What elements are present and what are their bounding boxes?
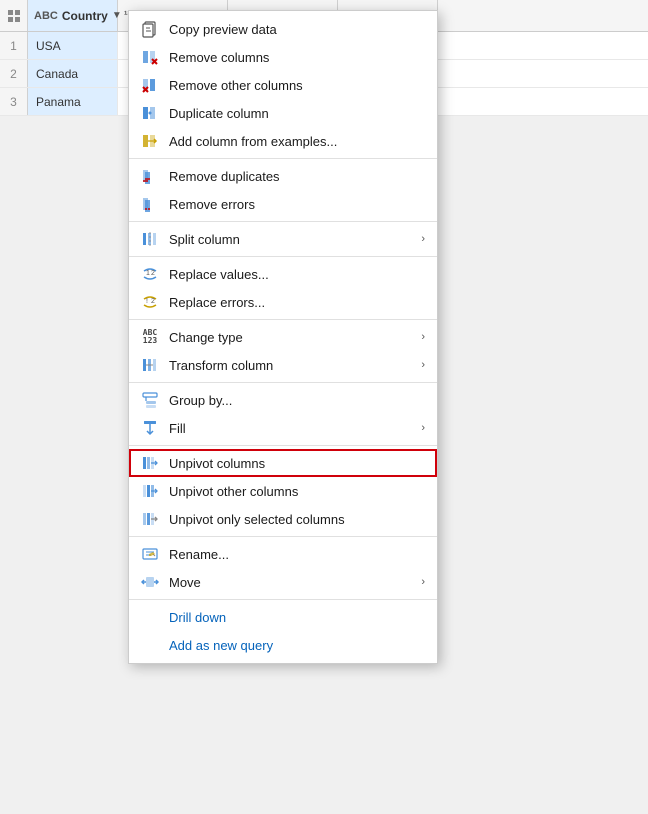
replace-values-label: Replace values... — [169, 267, 425, 282]
menu-item-remove-other-columns[interactable]: Remove other columns — [129, 71, 437, 99]
svg-text:!: ! — [146, 298, 148, 305]
copy-preview-label: Copy preview data — [169, 22, 425, 37]
cell-country-1: USA — [28, 32, 118, 59]
menu-separator-5 — [129, 382, 437, 383]
replace-errors-icon: ! 2 — [139, 293, 161, 311]
menu-separator-4 — [129, 319, 437, 320]
drill-down-label: Drill down — [169, 610, 425, 625]
context-menu: Copy preview data Remove columns Remove … — [128, 10, 438, 664]
menu-item-remove-errors[interactable]: Remove errors — [129, 190, 437, 218]
menu-separator-2 — [129, 221, 437, 222]
remove-other-columns-icon — [139, 76, 161, 94]
menu-item-add-col-examples[interactable]: Add column from examples... — [129, 127, 437, 155]
menu-item-duplicate-column[interactable]: Duplicate column — [129, 99, 437, 127]
menu-separator-6 — [129, 445, 437, 446]
row-num-1: 1 — [0, 32, 28, 59]
row-num-2: 2 — [0, 60, 28, 87]
remove-duplicates-icon — [139, 167, 161, 185]
unpivot-other-columns-icon — [139, 482, 161, 500]
menu-item-drill-down[interactable]: Drill down — [129, 603, 437, 631]
menu-separator-7 — [129, 536, 437, 537]
group-by-label: Group by... — [169, 393, 425, 408]
menu-item-copy-preview[interactable]: Copy preview data — [129, 15, 437, 43]
menu-item-remove-columns[interactable]: Remove columns — [129, 43, 437, 71]
move-arrow: › — [421, 576, 425, 588]
fill-label: Fill — [169, 421, 421, 436]
rename-icon — [139, 545, 161, 563]
menu-item-unpivot-selected-columns[interactable]: Unpivot only selected columns — [129, 505, 437, 533]
add-col-examples-icon — [139, 132, 161, 150]
menu-item-group-by[interactable]: Group by... — [129, 386, 437, 414]
transform-column-arrow: › — [421, 359, 425, 371]
remove-columns-label: Remove columns — [169, 50, 425, 65]
replace-errors-label: Replace errors... — [169, 295, 425, 310]
menu-item-unpivot-columns[interactable]: Unpivot columns — [129, 449, 437, 477]
move-icon — [139, 573, 161, 591]
change-type-label: Change type — [169, 330, 421, 345]
menu-item-rename[interactable]: Rename... — [129, 540, 437, 568]
svg-text:1: 1 — [146, 270, 150, 277]
svg-text:2: 2 — [151, 298, 155, 305]
menu-item-unpivot-other-columns[interactable]: Unpivot other columns — [129, 477, 437, 505]
menu-item-transform-column[interactable]: Transform column › — [129, 351, 437, 379]
col-header-country[interactable]: ABC Country ▼ — [28, 0, 118, 31]
menu-separator-8 — [129, 599, 437, 600]
menu-separator-3 — [129, 256, 437, 257]
remove-other-columns-label: Remove other columns — [169, 78, 425, 93]
move-label: Move — [169, 575, 421, 590]
add-new-query-label: Add as new query — [169, 638, 425, 653]
menu-item-add-new-query[interactable]: Add as new query — [129, 631, 437, 659]
transform-column-label: Transform column — [169, 358, 421, 373]
rename-label: Rename... — [169, 547, 425, 562]
remove-duplicates-label: Remove duplicates — [169, 169, 425, 184]
menu-item-remove-duplicates[interactable]: Remove duplicates — [129, 162, 437, 190]
svg-text:2: 2 — [151, 270, 155, 277]
cell-country-3: Panama — [28, 88, 118, 115]
group-by-icon — [139, 391, 161, 409]
copy-preview-icon — [139, 20, 161, 38]
duplicate-column-icon — [139, 104, 161, 122]
remove-errors-icon — [139, 195, 161, 213]
unpivot-columns-icon — [139, 454, 161, 472]
menu-item-move[interactable]: Move › — [129, 568, 437, 596]
duplicate-column-label: Duplicate column — [169, 106, 425, 121]
unpivot-columns-label: Unpivot columns — [169, 456, 425, 471]
fill-icon — [139, 419, 161, 437]
row-num-3: 3 — [0, 88, 28, 115]
unpivot-selected-columns-icon — [139, 510, 161, 528]
col-label-country: Country — [62, 9, 108, 23]
drill-down-icon — [139, 608, 161, 626]
split-column-arrow: › — [421, 233, 425, 245]
change-type-arrow: › — [421, 331, 425, 343]
menu-item-split-column[interactable]: Split column › — [129, 225, 437, 253]
split-column-icon — [139, 230, 161, 248]
add-new-query-icon — [139, 636, 161, 654]
remove-errors-label: Remove errors — [169, 197, 425, 212]
menu-item-replace-errors[interactable]: ! 2 Replace errors... — [129, 288, 437, 316]
col-type-icon-country: ABC — [34, 10, 58, 22]
unpivot-selected-columns-label: Unpivot only selected columns — [169, 512, 425, 527]
add-col-examples-label: Add column from examples... — [169, 134, 425, 149]
menu-item-replace-values[interactable]: 1 2 Replace values... — [129, 260, 437, 288]
fill-arrow: › — [421, 422, 425, 434]
unpivot-other-columns-label: Unpivot other columns — [169, 484, 425, 499]
transform-column-icon — [139, 356, 161, 374]
menu-item-change-type[interactable]: ABC 123 Change type › — [129, 323, 437, 351]
remove-columns-icon — [139, 48, 161, 66]
menu-separator-1 — [129, 158, 437, 159]
split-column-label: Split column — [169, 232, 421, 247]
menu-item-fill[interactable]: Fill › — [129, 414, 437, 442]
change-type-icon: ABC 123 — [139, 328, 161, 346]
cell-country-2: Canada — [28, 60, 118, 87]
row-num-header — [0, 0, 28, 31]
replace-values-icon: 1 2 — [139, 265, 161, 283]
